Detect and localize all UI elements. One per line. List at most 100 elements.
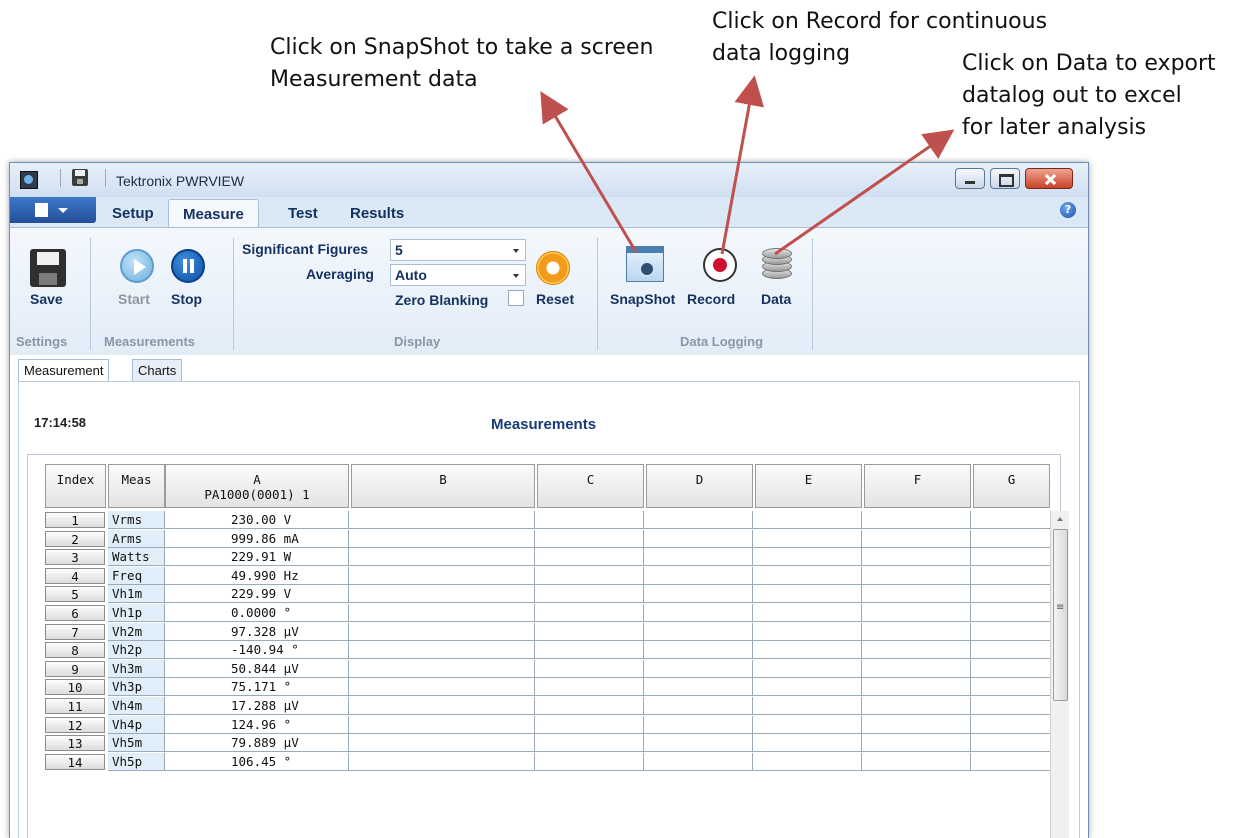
title-bar: Tektronix PWRVIEW (10, 163, 1088, 197)
table-row[interactable]: 11 Vh4m 17.288 µV (45, 697, 1051, 715)
empty-cell (862, 734, 971, 753)
meas-cell: Watts (108, 548, 165, 567)
zero-blanking-checkbox[interactable] (508, 290, 524, 306)
empty-cell (644, 697, 753, 715)
empty-cell (971, 511, 1051, 529)
table-row[interactable]: 7 Vh2m 97.328 µV (45, 622, 1051, 641)
table-row[interactable]: 5 Vh1m 229.99 V (45, 585, 1051, 604)
tab-setup[interactable]: Setup (98, 199, 168, 227)
tab-results[interactable]: Results (336, 199, 418, 227)
data-button[interactable]: Data (761, 291, 791, 307)
maximize-button[interactable] (990, 168, 1020, 189)
value-cell: 97.328 µV (165, 622, 349, 641)
col-header-d[interactable]: D (646, 464, 753, 508)
row-index-button[interactable]: 1 (45, 512, 105, 528)
col-header-meas[interactable]: Meas (108, 464, 165, 508)
col-header-index[interactable]: Index (45, 464, 106, 508)
table-row[interactable]: 1 Vrms 230.00 V (45, 511, 1051, 529)
document-icon (35, 203, 48, 217)
row-index-button[interactable]: 2 (45, 530, 105, 547)
stop-button[interactable]: Stop (171, 291, 202, 307)
minimize-button[interactable] (955, 168, 985, 189)
row-index-button[interactable]: 11 (45, 698, 105, 714)
empty-cell (862, 752, 971, 771)
measurement-panel: 17:14:58 Measurements Index Meas A PA1000… (18, 381, 1080, 838)
table-row[interactable]: 2 Arms 999.86 mA (45, 529, 1051, 548)
table-row[interactable]: 12 Vh4p 124.96 ° (45, 715, 1051, 734)
tab-test[interactable]: Test (274, 199, 332, 227)
row-index-button[interactable]: 9 (45, 660, 105, 677)
significant-figures-select[interactable]: 5 (390, 239, 526, 261)
empty-cell (862, 585, 971, 604)
empty-cell (349, 548, 535, 567)
row-index-button[interactable]: 10 (45, 679, 105, 696)
row-index-button[interactable]: 7 (45, 623, 105, 640)
close-button[interactable] (1025, 168, 1073, 189)
snapshot-button[interactable]: SnapShot (610, 291, 675, 307)
table-row[interactable]: 6 Vh1p 0.0000 ° (45, 604, 1051, 622)
table-row[interactable]: 3 Watts 229.91 W (45, 548, 1051, 567)
empty-cell (644, 641, 753, 660)
start-button[interactable]: Start (118, 291, 150, 307)
table-row[interactable]: 9 Vh3m 50.844 µV (45, 659, 1051, 678)
meas-cell: Freq (108, 566, 165, 585)
reset-icon[interactable] (536, 251, 570, 285)
tab-charts[interactable]: Charts (132, 359, 183, 381)
row-index-button[interactable]: 8 (45, 642, 105, 659)
row-index-button[interactable]: 12 (45, 716, 105, 733)
quick-save-icon[interactable] (72, 169, 88, 186)
empty-cell (535, 715, 644, 734)
col-header-g[interactable]: G (973, 464, 1050, 508)
empty-cell (971, 566, 1051, 585)
averaging-select[interactable]: Auto (390, 264, 526, 286)
group-data-logging: Data Logging (680, 334, 764, 349)
ribbon: Save Settings Start Stop Measurements Si… (10, 227, 1088, 357)
tab-measure[interactable]: Measure (168, 199, 259, 227)
database-icon[interactable] (762, 248, 792, 280)
row-index-button[interactable]: 5 (45, 586, 105, 603)
timestamp: 17:14:58 (34, 415, 87, 430)
empty-cell (971, 697, 1051, 715)
table-row[interactable]: 14 Vh5p 106.45 ° (45, 752, 1051, 771)
table-row[interactable]: 8 Vh2p -140.94 ° (45, 641, 1051, 660)
col-header-c[interactable]: C (537, 464, 644, 508)
table-row[interactable]: 4 Freq 49.990 Hz (45, 566, 1051, 585)
empty-cell (753, 678, 862, 697)
row-index-button[interactable]: 6 (45, 605, 105, 621)
group-measurements: Measurements (104, 334, 196, 349)
meas-cell: Vh4p (108, 715, 165, 734)
col-header-e[interactable]: E (755, 464, 862, 508)
file-menu-button[interactable] (10, 197, 96, 223)
row-index-button[interactable]: 14 (45, 753, 105, 770)
tab-measurement[interactable]: Measurement (18, 359, 110, 381)
row-index-button[interactable]: 13 (45, 735, 105, 752)
scroll-up-icon[interactable] (1057, 517, 1063, 521)
document-area: Measurement Charts 17:14:58 Measurements… (10, 355, 1088, 838)
empty-cell (535, 641, 644, 660)
stop-icon[interactable] (171, 249, 205, 283)
empty-cell (349, 752, 535, 771)
empty-cell (535, 566, 644, 585)
empty-cell (753, 585, 862, 604)
value-cell: 999.86 mA (165, 529, 349, 548)
record-icon[interactable] (703, 248, 737, 282)
save-icon[interactable] (30, 249, 66, 287)
col-header-b[interactable]: B (351, 464, 535, 508)
vertical-scrollbar[interactable] (1050, 511, 1069, 838)
row-index-button[interactable]: 3 (45, 549, 105, 566)
table-row[interactable]: 10 Vh3p 75.171 ° (45, 678, 1051, 697)
row-index-button[interactable]: 4 (45, 567, 105, 584)
empty-cell (644, 715, 753, 734)
save-button[interactable]: Save (30, 291, 63, 307)
col-header-f[interactable]: F (864, 464, 971, 508)
camera-icon[interactable] (626, 246, 664, 282)
table-row[interactable]: 13 Vh5m 79.889 µV (45, 734, 1051, 753)
reset-button[interactable]: Reset (536, 291, 574, 307)
help-icon[interactable]: ? (1060, 202, 1076, 218)
col-header-a[interactable]: A PA1000(0001) 1 (165, 464, 349, 508)
scrollbar-thumb[interactable] (1053, 529, 1068, 701)
empty-cell (862, 622, 971, 641)
empty-cell (349, 511, 535, 529)
record-button[interactable]: Record (687, 291, 735, 307)
empty-cell (971, 715, 1051, 734)
